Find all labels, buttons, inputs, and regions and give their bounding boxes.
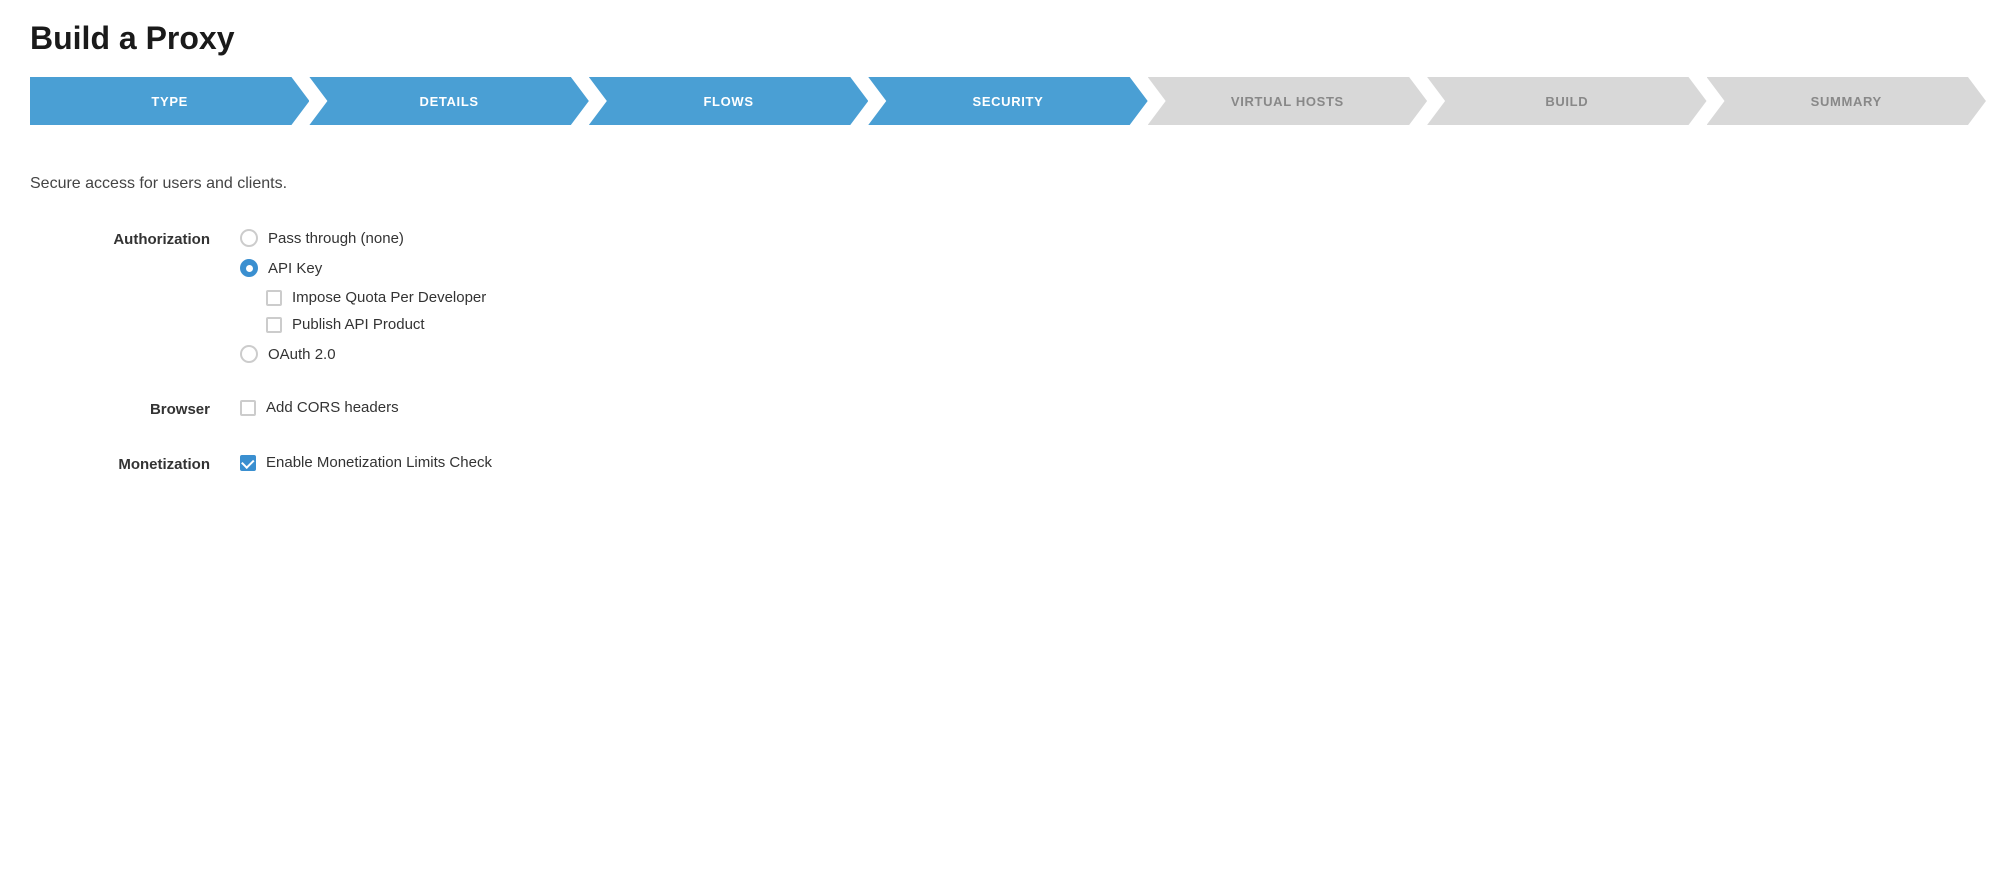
- radio-api-key[interactable]: API Key: [240, 259, 486, 277]
- step-summary[interactable]: SUMMARY: [1707, 77, 1986, 125]
- step-security[interactable]: SECURITY: [868, 77, 1147, 125]
- radio-circle-pass-through: [240, 229, 258, 247]
- browser-section: Browser Add CORS headers: [30, 399, 1986, 418]
- radio-label-api-key: API Key: [268, 260, 322, 277]
- section-subtitle: Secure access for users and clients.: [30, 175, 1986, 193]
- checkbox-label-impose-quota: Impose Quota Per Developer: [292, 289, 486, 306]
- monetization-label: Monetization: [30, 454, 210, 473]
- step-build[interactable]: BUILD: [1427, 77, 1706, 125]
- checkbox-label-publish-api: Publish API Product: [292, 316, 425, 333]
- monetization-controls: Enable Monetization Limits Check: [240, 454, 492, 471]
- checkbox-cors[interactable]: Add CORS headers: [240, 399, 399, 416]
- wizard-steps: TYPE DETAILS FLOWS SECURITY VIRTUAL HOST…: [30, 77, 1986, 125]
- monetization-section: Monetization Enable Monetization Limits …: [30, 454, 1986, 473]
- radio-oauth[interactable]: OAuth 2.0: [240, 345, 486, 363]
- checkbox-monetization-limits[interactable]: Enable Monetization Limits Check: [240, 454, 492, 471]
- checkbox-impose-quota[interactable]: Impose Quota Per Developer: [266, 289, 486, 306]
- radio-pass-through[interactable]: Pass through (none): [240, 229, 486, 247]
- step-type[interactable]: TYPE: [30, 77, 309, 125]
- checkbox-box-cors: [240, 400, 256, 416]
- checkbox-box-impose-quota: [266, 290, 282, 306]
- checkbox-label-cors: Add CORS headers: [266, 399, 399, 416]
- api-key-sub-options: Impose Quota Per Developer Publish API P…: [266, 289, 486, 333]
- content-area: Secure access for users and clients. Aut…: [30, 165, 1986, 519]
- radio-circle-api-key: [240, 259, 258, 277]
- radio-circle-oauth: [240, 345, 258, 363]
- checkbox-label-monetization-limits: Enable Monetization Limits Check: [266, 454, 492, 471]
- authorization-section: Authorization Pass through (none) API Ke…: [30, 229, 1986, 363]
- authorization-label: Authorization: [30, 229, 210, 248]
- checkbox-publish-api[interactable]: Publish API Product: [266, 316, 486, 333]
- page-title: Build a Proxy: [30, 20, 1986, 57]
- checkbox-box-publish-api: [266, 317, 282, 333]
- browser-label: Browser: [30, 399, 210, 418]
- step-virtual-hosts[interactable]: VIRTUAL HOSTS: [1148, 77, 1427, 125]
- radio-label-pass-through: Pass through (none): [268, 230, 404, 247]
- step-flows[interactable]: FLOWS: [589, 77, 868, 125]
- radio-label-oauth: OAuth 2.0: [268, 346, 336, 363]
- browser-controls: Add CORS headers: [240, 399, 399, 416]
- authorization-controls: Pass through (none) API Key Impose Quota…: [240, 229, 486, 363]
- checkbox-box-monetization-limits: [240, 455, 256, 471]
- step-details[interactable]: DETAILS: [309, 77, 588, 125]
